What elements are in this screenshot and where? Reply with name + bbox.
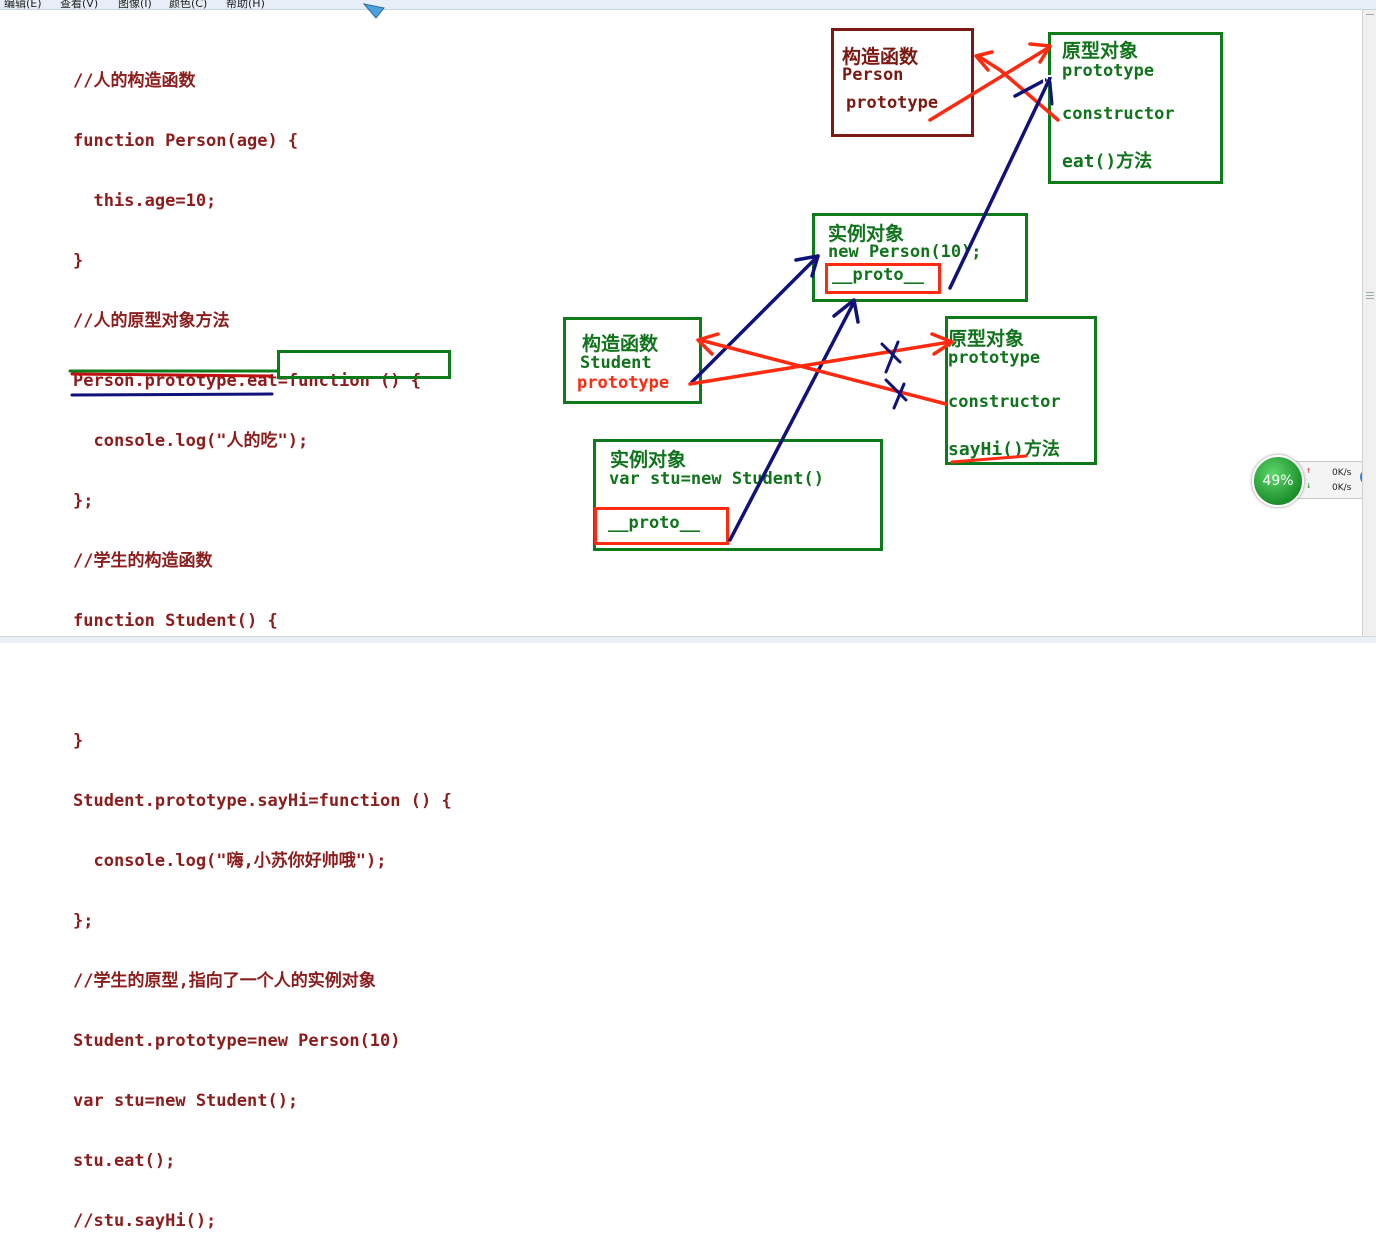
network-speed-widget[interactable]: 49% ↑ ↓ 0K/s 0K/s + xyxy=(1252,453,1376,507)
code-line: //stu.sayHi(); xyxy=(73,1211,217,1231)
download-arrow-icon: ↓ xyxy=(1306,481,1312,491)
code-line: var stu=new Student(); xyxy=(73,1091,299,1111)
student-prototype-prop: prototype xyxy=(948,348,1041,368)
code-line: }; xyxy=(73,911,94,931)
scroll-grip-icon[interactable] xyxy=(1366,298,1374,299)
student-prototype-title: 原型对象 xyxy=(948,328,1025,350)
menu-help[interactable]: 帮助(H) xyxy=(226,0,265,9)
student-prototype-sayhi: sayHi()方法 xyxy=(948,439,1060,460)
person-prototype-eat: eat()方法 xyxy=(1062,151,1153,172)
code-line: Student.prototype=new Person(10) xyxy=(73,1031,401,1051)
code-line: function Person(age) { xyxy=(73,131,299,151)
person-prototype-title: 原型对象 xyxy=(1062,40,1139,62)
code-line: stu.eat(); xyxy=(73,1151,176,1171)
student-constructor-title: 构造函数 xyxy=(582,333,659,355)
code-line: //学生的构造函数 xyxy=(73,551,213,571)
code-line: } xyxy=(73,731,84,751)
code-line: Student.prototype.sayHi=function () { xyxy=(73,791,452,811)
person-instance-expr: new Person(10); xyxy=(828,242,982,262)
scroll-grip-icon[interactable] xyxy=(1366,292,1374,293)
stu-instance-expr: var stu=new Student() xyxy=(609,469,824,489)
scroll-grip-icon[interactable] xyxy=(1366,295,1374,296)
person-constructor-name: Person xyxy=(842,65,904,85)
student-prototype-constructor: constructor xyxy=(948,392,1061,412)
code-line: } xyxy=(73,251,84,271)
stu-instance-proto: __proto__ xyxy=(608,513,701,533)
menu-edit[interactable]: 编辑(E) xyxy=(4,0,42,9)
code-line: //学生的原型,指向了一个人的实例对象 xyxy=(73,971,376,991)
upload-speed: 0K/s xyxy=(1332,468,1352,478)
code-line: function Student() { xyxy=(73,611,278,631)
student-constructor-name: Student xyxy=(580,353,652,373)
code-line: this.age=10; xyxy=(73,191,217,211)
vertical-scrollbar[interactable] xyxy=(1362,10,1376,636)
stu-instance-title: 实例对象 xyxy=(610,449,687,471)
student-constructor-prototype: prototype xyxy=(577,373,670,393)
download-speed: 0K/s xyxy=(1332,483,1352,493)
menu-colors[interactable]: 颜色(C) xyxy=(169,0,207,9)
upload-arrow-icon: ↑ xyxy=(1306,466,1312,476)
code-line: //人的构造函数 xyxy=(73,71,196,91)
memory-usage-indicator[interactable]: 49% xyxy=(1252,455,1304,507)
person-instance-proto: __proto__ xyxy=(832,265,925,285)
scroll-up-icon[interactable] xyxy=(1366,14,1374,15)
code-line: console.log("嗨,小苏你好帅哦"); xyxy=(73,851,387,871)
person-constructor-prototype: prototype xyxy=(846,93,939,113)
new-person-highlight-box xyxy=(277,350,451,379)
code-line: }; xyxy=(73,491,94,511)
code-line: console.log("人的吃"); xyxy=(73,431,309,451)
menu-view[interactable]: 查看(V) xyxy=(60,0,98,9)
person-prototype-constructor: constructor xyxy=(1062,104,1175,124)
person-prototype-prop: prototype xyxy=(1062,61,1155,81)
menu-image[interactable]: 图像(I) xyxy=(118,0,152,9)
code-line: //人的原型对象方法 xyxy=(73,311,230,331)
menu-bar: 编辑(E) 查看(V) 图像(I) 颜色(C) 帮助(H) xyxy=(0,0,1376,10)
